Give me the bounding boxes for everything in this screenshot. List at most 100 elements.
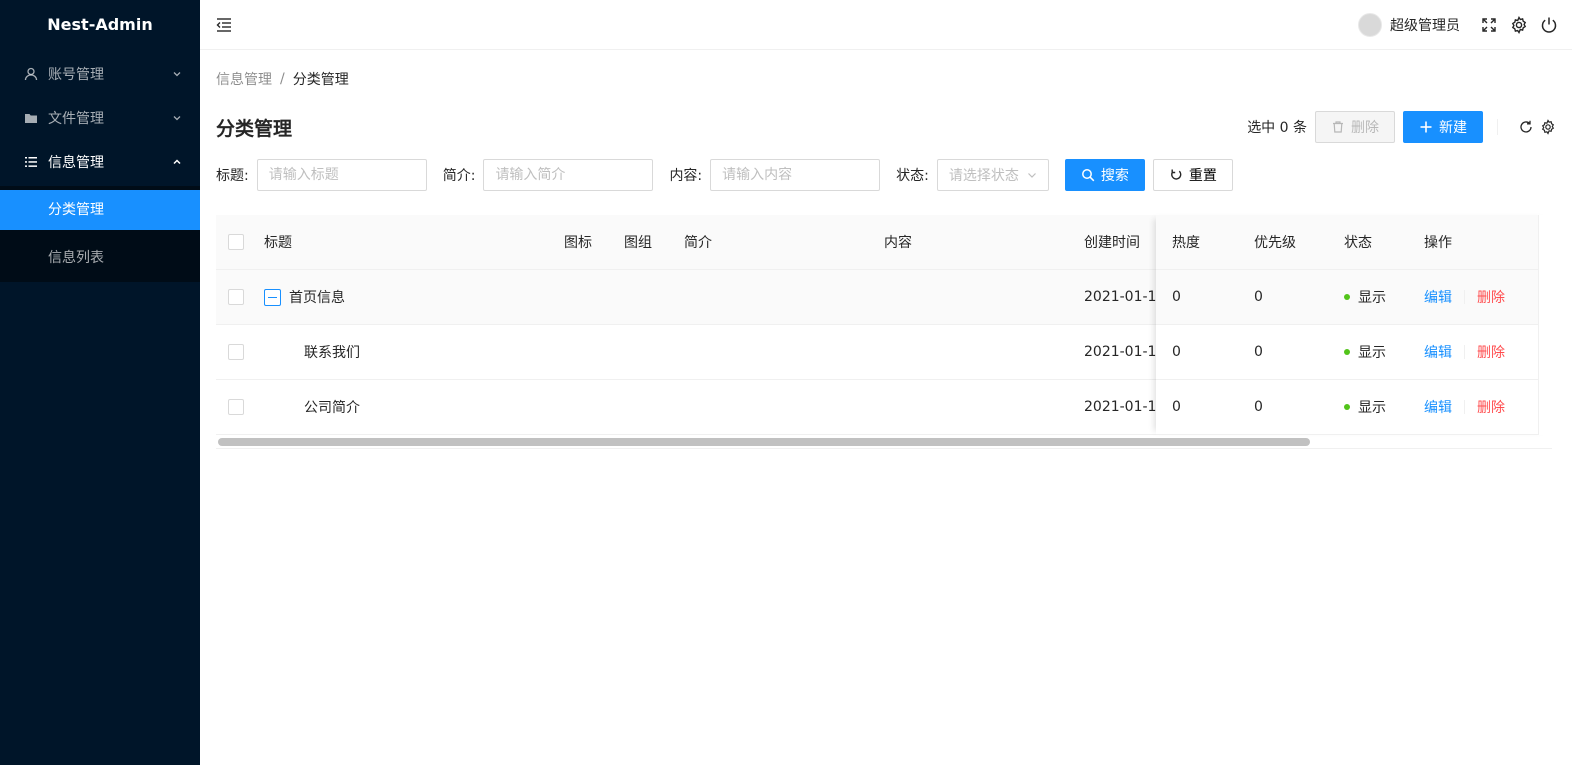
sidebar-item-file[interactable]: 文件管理 <box>0 98 200 138</box>
reset-button[interactable]: 重置 <box>1152 159 1233 191</box>
gear-icon[interactable] <box>1510 15 1528 34</box>
selected-count: 选中 0 条 <box>1247 120 1307 136</box>
status-dot <box>1344 404 1350 410</box>
column-header-priority: 优先级 <box>1254 235 1296 251</box>
status-dot <box>1344 349 1350 355</box>
row-title: 公司简介 <box>304 400 360 416</box>
list-icon <box>24 155 38 169</box>
search-button[interactable]: 搜索 <box>1064 159 1145 191</box>
breadcrumb-separator: / <box>280 71 285 87</box>
menu-fold-icon[interactable] <box>214 15 234 35</box>
sidebar-item-label: 文件管理 <box>48 111 104 127</box>
fullscreen-icon[interactable] <box>1480 16 1498 34</box>
row-priority: 0 <box>1254 344 1263 360</box>
row-created: 2021-01-19 <box>1084 399 1156 415</box>
row-priority: 0 <box>1254 289 1263 305</box>
toolbar-actions: 选中 0 条 删除 新建 <box>1247 111 1556 143</box>
table-row-fixed: 0 0 显示 编辑 删除 <box>1156 380 1552 435</box>
row-heat: 0 <box>1172 289 1181 305</box>
sidebar-item-info[interactable]: 信息管理 <box>0 142 200 182</box>
row-checkbox-cell <box>216 289 256 305</box>
sidebar-item-account[interactable]: 账号管理 <box>0 54 200 94</box>
reload-icon[interactable] <box>1518 119 1534 135</box>
top-header: 超级管理员 <box>200 0 1572 50</box>
user-icon <box>24 67 38 81</box>
sidebar-submenu-info: 分类管理 信息列表 <box>0 186 200 282</box>
edit-link[interactable]: 编辑 <box>1424 287 1452 307</box>
trash-icon <box>1331 120 1345 134</box>
delete-link[interactable]: 删除 <box>1477 397 1505 417</box>
avatar[interactable] <box>1358 12 1382 37</box>
table-header-fixed: 热度 优先级 状态 操作 <box>1156 215 1552 270</box>
column-header-content: 内容 <box>884 235 912 251</box>
column-settings-icon[interactable] <box>1540 119 1556 135</box>
row-created: 2021-01-19 <box>1084 344 1156 360</box>
title-filter-input[interactable] <box>256 159 427 191</box>
status-filter-label: 状态: <box>896 168 929 184</box>
row-checkbox[interactable] <box>228 399 244 415</box>
status-badge: 显示 <box>1358 290 1386 306</box>
column-header-heat: 热度 <box>1172 235 1200 251</box>
column-header-group: 图组 <box>624 235 652 251</box>
status-dot <box>1344 294 1350 300</box>
action-divider <box>1464 400 1465 414</box>
collapse-icon[interactable] <box>264 288 281 306</box>
edit-link[interactable]: 编辑 <box>1424 342 1452 362</box>
row-title: 联系我们 <box>304 345 360 361</box>
intro-filter-label: 简介: <box>442 168 476 184</box>
intro-filter-input[interactable] <box>483 159 654 191</box>
row-status-cell: 显示 <box>1336 397 1416 417</box>
breadcrumb-current: 分类管理 <box>292 72 349 88</box>
content-filter-input[interactable] <box>710 159 881 191</box>
row-status-cell: 显示 <box>1336 287 1416 307</box>
breadcrumb-parent[interactable]: 信息管理 <box>216 69 272 89</box>
row-title-cell: 首页信息 <box>256 287 556 307</box>
header-actions: 超级管理员 <box>1358 12 1558 37</box>
batch-delete-label: 删除 <box>1351 120 1379 136</box>
row-checkbox-cell <box>216 344 256 360</box>
column-header-title: 标题 <box>264 235 292 251</box>
horizontal-scrollbar[interactable] <box>218 438 1310 446</box>
delete-link[interactable]: 删除 <box>1477 287 1505 307</box>
row-created: 2021-01-19 <box>1084 289 1156 305</box>
delete-link[interactable]: 删除 <box>1477 342 1505 362</box>
new-button[interactable]: 新建 <box>1403 111 1483 143</box>
table-fixed-right: 热度 优先级 状态 操作 0 0 显示 编辑 删除 0 0 显示 编辑 删除 0… <box>1156 215 1552 435</box>
status-select-placeholder: 请选择状态 <box>948 168 1019 184</box>
category-table: 标题 图标 图组 简介 内容 创建时间 首页信息 2021-01-19 <box>216 215 1552 449</box>
batch-delete-button[interactable]: 删除 <box>1315 111 1395 143</box>
row-heat: 0 <box>1172 344 1181 360</box>
row-title-cell: 联系我们 <box>256 342 556 362</box>
sidebar-item-label: 信息管理 <box>48 155 104 171</box>
row-title-cell: 公司简介 <box>256 397 556 417</box>
row-checkbox-cell <box>216 399 256 415</box>
status-badge: 显示 <box>1358 400 1386 416</box>
table-scroll-area: 标题 图标 图组 简介 内容 创建时间 首页信息 2021-01-19 <box>216 215 1156 435</box>
folder-icon <box>24 111 38 125</box>
action-divider <box>1464 290 1465 304</box>
table-header: 标题 图标 图组 简介 内容 创建时间 <box>216 215 1156 270</box>
search-icon <box>1081 168 1095 182</box>
sidebar-item-category[interactable]: 分类管理 <box>0 190 200 230</box>
search-form: 标题: 简介: 内容: 状态: 请选择状态 搜索 重置 <box>216 159 1556 191</box>
row-title: 首页信息 <box>289 290 345 306</box>
vertical-scroll-gutter <box>1538 215 1552 435</box>
column-header-icon: 图标 <box>564 235 592 251</box>
new-button-label: 新建 <box>1439 120 1467 136</box>
row-actions: 编辑 删除 <box>1416 287 1536 307</box>
row-status-cell: 显示 <box>1336 342 1416 362</box>
row-checkbox[interactable] <box>228 344 244 360</box>
row-checkbox[interactable] <box>228 289 244 305</box>
power-icon[interactable] <box>1540 16 1558 34</box>
row-priority: 0 <box>1254 399 1263 415</box>
select-all-checkbox[interactable] <box>228 234 244 250</box>
username[interactable]: 超级管理员 <box>1390 15 1460 35</box>
table-row: 联系我们 2021-01-19 <box>216 325 1156 380</box>
status-filter-select[interactable]: 请选择状态 <box>936 159 1049 191</box>
sidebar-item-label: 账号管理 <box>48 67 104 83</box>
sidebar-item-info-list[interactable]: 信息列表 <box>0 238 200 278</box>
edit-link[interactable]: 编辑 <box>1424 397 1452 417</box>
column-header-status: 状态 <box>1344 235 1372 251</box>
row-actions: 编辑 删除 <box>1416 342 1536 362</box>
content-filter-label: 内容: <box>669 168 703 184</box>
